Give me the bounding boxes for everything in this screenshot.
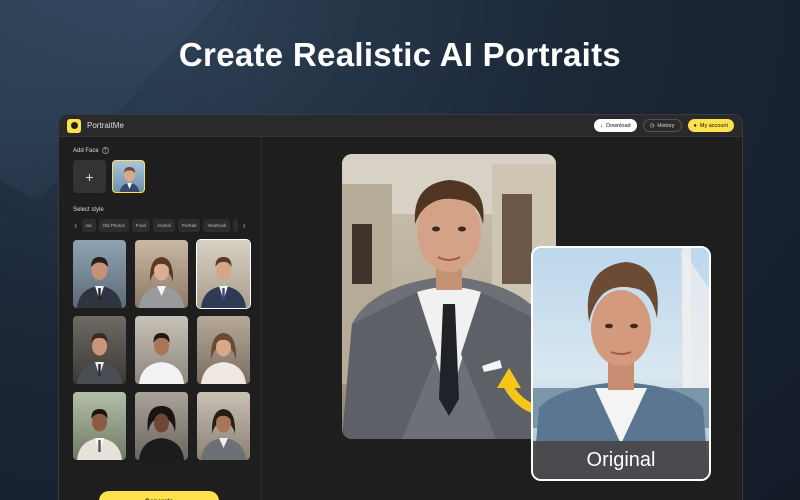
style-grid — [73, 239, 251, 460]
download-label: Download — [606, 122, 631, 129]
add-face-label: Add Face — [73, 147, 99, 154]
download-button[interactable]: ↓ Download — [594, 119, 637, 132]
style-tile[interactable] — [73, 240, 126, 308]
style-tab-portrait[interactable]: Portrait — [177, 219, 201, 232]
style-tab-old-photos[interactable]: Old Photos — [98, 219, 129, 232]
generate-button[interactable]: Generate — [99, 491, 219, 500]
account-label: My account — [699, 122, 728, 129]
style-tile[interactable] — [135, 316, 188, 384]
history-button[interactable]: ◷ History — [642, 119, 682, 132]
style-tile-selected[interactable] — [196, 239, 251, 309]
my-account-button[interactable]: ● My account — [687, 119, 734, 132]
help-icon[interactable]: ? — [101, 147, 109, 154]
original-label: Original — [533, 441, 709, 479]
chevron-left-icon[interactable]: ‹ — [73, 221, 79, 230]
face-row: + — [73, 160, 247, 193]
account-icon: ● — [693, 122, 697, 129]
style-tile[interactable] — [197, 392, 250, 460]
clock-icon: ◷ — [649, 122, 655, 129]
app-name: PortraitMe — [87, 121, 124, 130]
download-icon: ↓ — [600, 122, 604, 129]
title-bar: PortraitMe ↓ Download ◷ History ● My acc… — [59, 115, 742, 137]
chevron-right-icon[interactable]: › — [241, 221, 247, 230]
sidebar: Add Face ? + Select style ‹ nal Old Phot… — [59, 137, 262, 500]
style-tabs: ‹ nal Old Photos Food Animal Portrait Ye… — [73, 219, 247, 232]
style-tab-animal[interactable]: Animal — [153, 219, 175, 232]
style-tile[interactable] — [73, 392, 126, 460]
style-tab-yearbook[interactable]: Yearbook — [203, 219, 231, 232]
history-label: History — [657, 122, 675, 129]
add-face-button[interactable]: + — [73, 160, 106, 193]
style-tile[interactable] — [73, 316, 126, 384]
add-face-heading: Add Face ? — [73, 147, 247, 154]
select-style-heading: Select style — [73, 207, 104, 213]
original-photo-card: Original — [531, 246, 711, 481]
style-tile[interactable] — [197, 316, 250, 384]
style-tile[interactable] — [135, 392, 188, 460]
style-tab-more[interactable] — [233, 219, 239, 232]
style-tile[interactable] — [135, 240, 188, 308]
page-headline: Create Realistic AI Portraits — [178, 36, 622, 73]
app-logo-icon — [67, 118, 81, 133]
style-tab[interactable]: nal — [81, 219, 96, 232]
style-tab-food[interactable]: Food — [131, 219, 151, 232]
face-thumbnail[interactable] — [112, 160, 145, 193]
